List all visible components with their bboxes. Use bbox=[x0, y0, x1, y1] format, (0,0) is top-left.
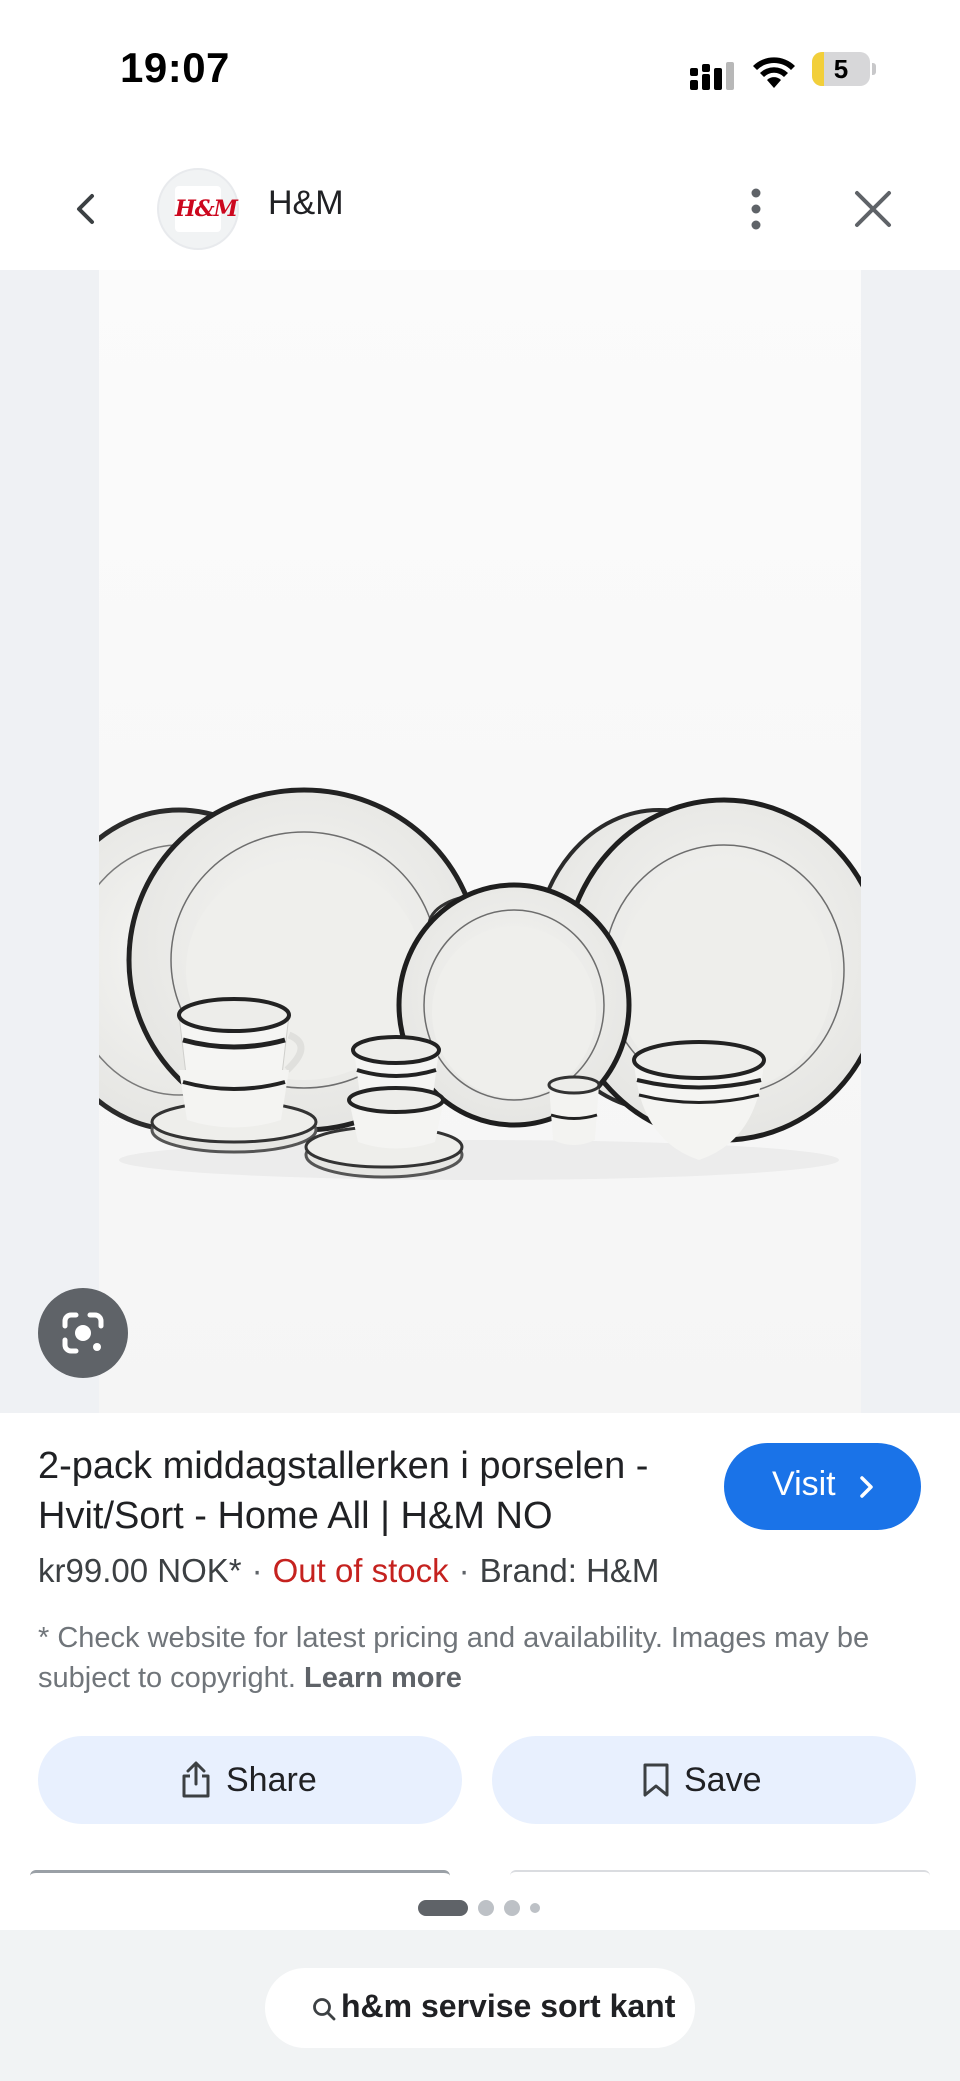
share-button[interactable]: Share bbox=[38, 1736, 462, 1824]
battery-level: 5 bbox=[833, 54, 849, 84]
site-logo[interactable]: H&M bbox=[157, 168, 239, 250]
status-time: 19:07 bbox=[120, 44, 230, 91]
lens-icon bbox=[62, 1312, 104, 1354]
pager-dot bbox=[504, 1900, 520, 1916]
battery-icon: 5 bbox=[812, 52, 876, 86]
pager-dot bbox=[478, 1900, 494, 1916]
stock-status: Out of stock bbox=[272, 1552, 449, 1589]
search-query: h&m servise sort kant bbox=[341, 1988, 676, 2024]
chevron-left-icon[interactable] bbox=[62, 184, 112, 234]
close-icon[interactable] bbox=[848, 184, 898, 234]
share-label: Share bbox=[226, 1760, 317, 1799]
related-results-peek[interactable] bbox=[0, 1870, 960, 1878]
site-name[interactable]: H&M bbox=[268, 184, 344, 223]
brand: Brand: H&M bbox=[479, 1552, 660, 1589]
related-card[interactable] bbox=[30, 1870, 450, 1876]
price: kr99.00 NOK* bbox=[38, 1552, 242, 1589]
logo-text: H&M bbox=[175, 186, 238, 232]
status-bar: 19:07 5 bbox=[0, 0, 960, 140]
product-title[interactable]: 2-pack middagstallerken i porselen - Hvi… bbox=[38, 1441, 718, 1541]
search-query-pill[interactable]: h&m servise sort kant bbox=[265, 1968, 695, 2048]
visit-button[interactable]: Visit bbox=[724, 1443, 921, 1530]
visit-label: Visit bbox=[772, 1465, 836, 1503]
more-vert-icon[interactable] bbox=[736, 184, 776, 234]
related-card[interactable] bbox=[510, 1870, 930, 1876]
product-meta: kr99.00 NOK* · Out of stock · Brand: H&M bbox=[38, 1552, 660, 1589]
dinnerware-illustration bbox=[99, 787, 861, 1180]
google-lens-button[interactable] bbox=[38, 1288, 128, 1378]
image-viewer[interactable] bbox=[0, 270, 960, 1413]
disclaimer: * Check website for latest pricing and a… bbox=[38, 1618, 918, 1698]
bottom-bar: h&m servise sort kant bbox=[0, 1930, 960, 2081]
bookmark-icon bbox=[643, 1763, 669, 1797]
learn-more-link[interactable]: Learn more bbox=[304, 1662, 462, 1694]
wifi-icon bbox=[753, 57, 795, 88]
pager-dot bbox=[530, 1903, 540, 1913]
pager-dot-active bbox=[418, 1900, 468, 1916]
chevron-right-icon bbox=[860, 1476, 873, 1498]
search-icon bbox=[313, 1998, 336, 2021]
save-button[interactable]: Save bbox=[492, 1736, 916, 1824]
product-image[interactable] bbox=[99, 270, 861, 1413]
viewer-header: H&M H&M bbox=[0, 140, 960, 270]
share-icon bbox=[182, 1761, 210, 1798]
save-label: Save bbox=[684, 1760, 762, 1799]
signal-icon bbox=[690, 62, 734, 90]
